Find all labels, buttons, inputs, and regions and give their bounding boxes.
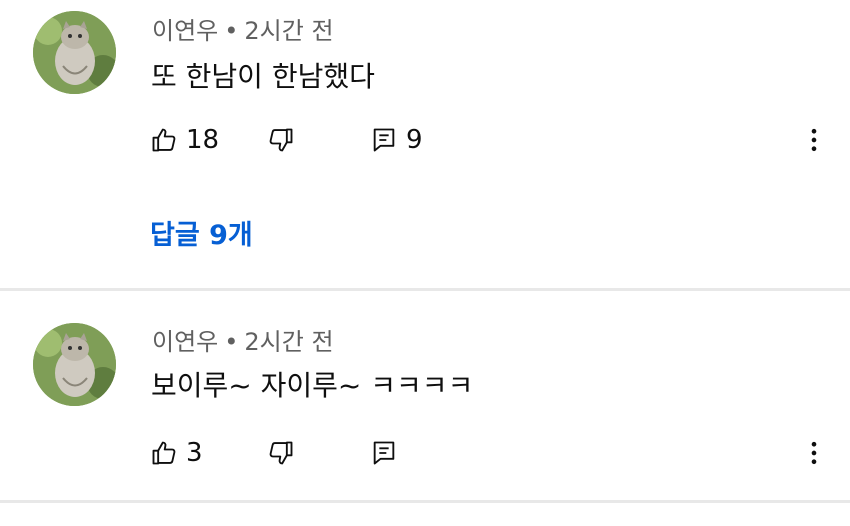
avatar-image [33,11,116,94]
thumbs-up-icon [150,439,178,467]
like-button[interactable]: 18 [150,123,219,157]
more-vert-icon [800,126,828,154]
more-options-button[interactable] [800,436,828,470]
comment-1: 이연우 • 2시간 전 또 한남이 한남했다 18 9 답글 9개 [0,0,850,288]
avatar[interactable] [33,11,116,94]
comment-time: 2시간 전 [244,328,334,356]
reply-button[interactable] [370,436,398,470]
reply-button[interactable]: 9 [370,123,423,157]
comment-time: 2시간 전 [244,17,334,45]
more-options-button[interactable] [800,123,828,157]
reply-icon [370,439,398,467]
comment-text: 또 한남이 한남했다 [151,60,375,93]
like-count: 18 [186,125,220,155]
view-replies-link[interactable]: 답글 9개 [150,213,253,252]
more-vert-icon [800,439,828,467]
like-count: 3 [186,438,203,468]
comment-actions: 18 9 [150,123,840,157]
meta-separator: • [224,328,239,356]
author-name[interactable]: 이연우 [152,17,218,45]
meta-separator: • [224,17,239,45]
avatar[interactable] [33,323,116,406]
divider [0,500,850,503]
like-button[interactable]: 3 [150,436,203,470]
comment-actions: 3 [150,436,840,470]
comment-meta: 이연우 • 2시간 전 [152,11,334,46]
comment-2: 이연우 • 2시간 전 보이루~ 자이루~ ㅋㅋㅋㅋ 3 [0,291,850,499]
reply-icon [370,126,398,154]
comment-text: 보이루~ 자이루~ ㅋㅋㅋㅋ [151,369,474,402]
avatar-image [33,323,116,406]
comment-meta: 이연우 • 2시간 전 [152,322,334,357]
dislike-button[interactable] [267,436,295,470]
thumbs-up-icon [150,126,178,154]
thumbs-down-icon [267,439,295,467]
thumbs-down-icon [267,126,295,154]
reply-count: 9 [406,125,423,155]
dislike-button[interactable] [267,123,295,157]
author-name[interactable]: 이연우 [152,328,218,356]
